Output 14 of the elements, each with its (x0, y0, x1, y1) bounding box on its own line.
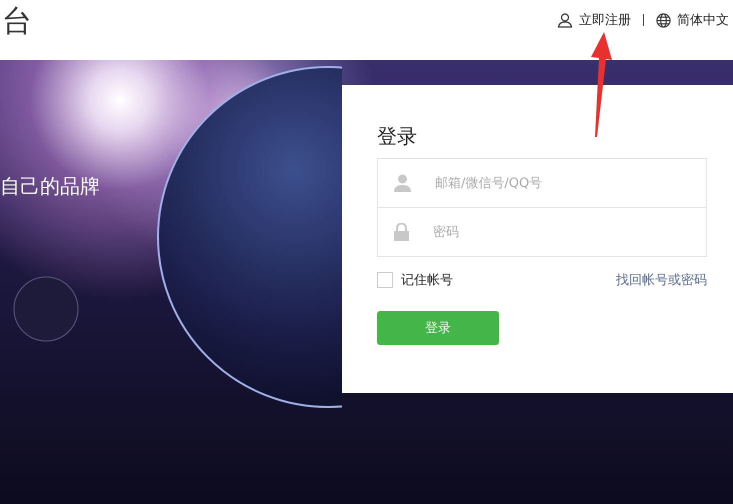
forgot-link[interactable]: 找回帐号或密码 (616, 271, 707, 289)
user-icon (394, 174, 411, 192)
logo-text: 台 (2, 2, 32, 40)
moon-drawing (13, 276, 79, 342)
account-field[interactable]: 邮箱/微信号/QQ号 (377, 158, 707, 208)
lock-icon (394, 223, 409, 241)
register-link[interactable]: 立即注册 (557, 11, 631, 29)
login-title: 登录 (377, 123, 418, 150)
user-icon (557, 12, 573, 28)
language-link[interactable]: 简体中文 (656, 11, 729, 29)
password-field[interactable]: 密码 (377, 208, 707, 257)
globe-icon (656, 12, 671, 28)
remember-checkbox[interactable]: 记住帐号 (377, 271, 453, 289)
slogan-text: 自己的品牌 (0, 173, 100, 200)
